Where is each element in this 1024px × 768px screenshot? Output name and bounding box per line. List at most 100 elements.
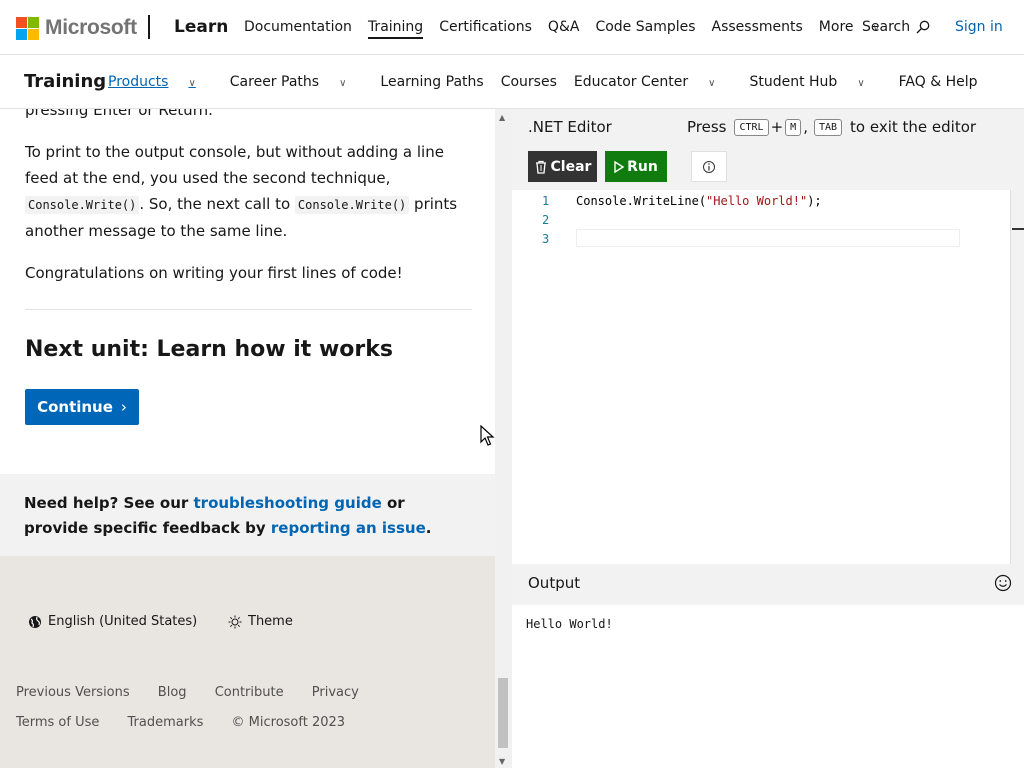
cursor-position-marker: [1012, 228, 1024, 230]
microsoft-wordmark: Microsoft: [45, 16, 137, 39]
footer-link-blog[interactable]: Blog: [158, 678, 187, 708]
editor-scrollbar[interactable]: [1010, 190, 1024, 564]
continue-button[interactable]: Continue ›: [25, 389, 139, 425]
search-label: Search: [862, 19, 911, 35]
footer-link-terms-of-use[interactable]: Terms of Use: [16, 708, 99, 738]
subnav-item-faq-help[interactable]: FAQ & Help: [899, 74, 978, 90]
nav-documentation[interactable]: Documentation: [244, 19, 352, 39]
subnav-items: Products ∨ Career Paths ∨ Learning Paths C…: [108, 74, 995, 90]
info-button[interactable]: [691, 151, 727, 182]
subnav-item-student-hub[interactable]: Student Hub ∨: [749, 74, 881, 90]
footer-links: Previous Versions Blog Contribute Privac…: [16, 678, 476, 738]
plus-text: +: [770, 118, 784, 136]
dotnet-editor-pane: .NET Editor Press CTRL + M , TAB to exit…: [512, 109, 1024, 768]
code-token: );: [807, 194, 822, 208]
help-prefix: Need help? See our: [24, 494, 194, 512]
editor-exit-hint: Press CTRL + M , TAB to exit the editor: [687, 118, 976, 136]
footer-link-privacy[interactable]: Privacy: [312, 678, 359, 708]
current-line-highlight: [576, 229, 960, 247]
language-selector[interactable]: English (United States): [28, 614, 197, 629]
sun-icon: [228, 615, 242, 628]
top-header: Microsoft Learn Documentation Training C…: [0, 0, 1024, 55]
run-button[interactable]: Run: [605, 151, 667, 182]
congratulations-paragraph: Congratulations on writing your first li…: [25, 264, 403, 282]
subnav-item-products[interactable]: Products ∨: [108, 74, 213, 90]
run-label: Run: [627, 158, 658, 175]
code-line: Console.WriteLine("Hello World!");: [576, 194, 822, 208]
copyright: © Microsoft 2023: [231, 715, 346, 730]
microsoft-logo[interactable]: Microsoft: [16, 16, 137, 40]
nav-code-samples[interactable]: Code Samples: [595, 19, 695, 39]
clipped-paragraph: pressing Enter or Return.: [25, 109, 213, 119]
next-unit-heading: Next unit: Learn how it works: [25, 337, 393, 362]
nav-more-label: More: [818, 19, 854, 35]
key-ctrl: CTRL: [734, 118, 769, 136]
theme-label: Theme: [248, 614, 293, 629]
header-divider: [148, 15, 150, 39]
footer-link-contribute[interactable]: Contribute: [215, 678, 284, 708]
inline-code: Console.Write(): [25, 196, 140, 214]
nav-assessments[interactable]: Assessments: [712, 19, 803, 39]
learn-home-link[interactable]: Learn: [174, 17, 228, 37]
footer-link-previous-versions[interactable]: Previous Versions: [16, 678, 130, 708]
search-icon: [916, 20, 930, 34]
inline-code: Console.Write(): [294, 196, 410, 214]
subnav-title[interactable]: Training: [24, 71, 106, 92]
subnav-item-label: Career Paths: [229, 74, 320, 90]
divider: [25, 309, 472, 310]
line-number: 1: [542, 194, 550, 208]
key-tab: TAB: [813, 118, 843, 136]
troubleshooting-guide-link[interactable]: troubleshooting guide: [194, 494, 382, 512]
training-subnav: Training Products ∨ Career Paths ∨ Learnin…: [0, 55, 1024, 109]
paragraph-text: To print to the output console, but with…: [25, 143, 444, 187]
smiley-feedback-icon[interactable]: [994, 574, 1012, 592]
subnav-item-label: Products: [108, 74, 169, 90]
help-section: Need help? See our troubleshooting guide…: [0, 474, 495, 556]
globe-icon: [29, 615, 41, 628]
clear-button[interactable]: Clear: [528, 151, 597, 182]
comma-text: ,: [803, 118, 808, 136]
paragraph-text: . So, the next call to: [139, 195, 295, 213]
nav-qa[interactable]: Q&A: [548, 19, 580, 39]
search-button[interactable]: Search: [862, 19, 930, 35]
report-issue-link[interactable]: reporting an issue: [271, 519, 426, 537]
line-number: 3: [542, 232, 550, 246]
language-label: English (United States): [48, 614, 198, 629]
editor-title: .NET Editor: [528, 118, 612, 136]
scrollbar-thumb[interactable]: [498, 678, 508, 748]
output-console: Hello World!: [512, 605, 1024, 768]
subnav-item-label: Educator Center: [573, 74, 689, 90]
help-suffix: .: [425, 519, 432, 537]
nav-training[interactable]: Training: [367, 19, 424, 39]
page-scrollbar[interactable]: ▲ ▼: [495, 109, 512, 768]
microsoft-logo-icon: [16, 16, 39, 40]
output-text: Hello World!: [526, 617, 613, 631]
chevron-down-icon: ∨: [708, 78, 716, 89]
article-content: pressing Enter or Return. To print to th…: [0, 109, 495, 474]
exit-text: to exit the editor: [850, 118, 977, 136]
top-nav: Documentation Training Certifications Q&…: [244, 19, 912, 39]
theme-toggle[interactable]: Theme: [228, 614, 293, 629]
code-editor[interactable]: 1 2 3 Console.WriteLine("Hello World!");: [512, 190, 1010, 564]
line-number: 2: [542, 213, 550, 227]
footer-link-trademarks[interactable]: Trademarks: [128, 708, 204, 738]
chevron-right-icon: ›: [120, 398, 127, 416]
play-icon: [614, 160, 625, 173]
sign-in-link[interactable]: Sign in: [955, 19, 1003, 35]
subnav-item-career-paths[interactable]: Career Paths ∨: [230, 74, 364, 90]
nav-certifications[interactable]: Certifications: [439, 19, 532, 39]
info-icon: [703, 160, 715, 173]
scroll-down-arrow-icon[interactable]: ▼: [499, 757, 505, 766]
subnav-item-educator-center[interactable]: Educator Center ∨: [574, 74, 733, 90]
mouse-pointer-icon: [480, 425, 495, 446]
subnav-item-label: Student Hub: [749, 74, 838, 90]
subnav-item-learning-paths[interactable]: Learning Paths: [380, 74, 483, 90]
help-text: Need help? See our troubleshooting guide…: [24, 491, 464, 541]
subnav-item-courses[interactable]: Courses: [501, 74, 557, 90]
press-text: Press: [687, 118, 727, 136]
scroll-up-arrow-icon[interactable]: ▲: [499, 113, 505, 122]
chevron-down-icon: ∨: [188, 78, 196, 89]
code-string-token: "Hello World!": [706, 194, 808, 208]
output-title: Output: [528, 574, 581, 592]
console-write-paragraph: To print to the output console, but with…: [25, 139, 475, 244]
